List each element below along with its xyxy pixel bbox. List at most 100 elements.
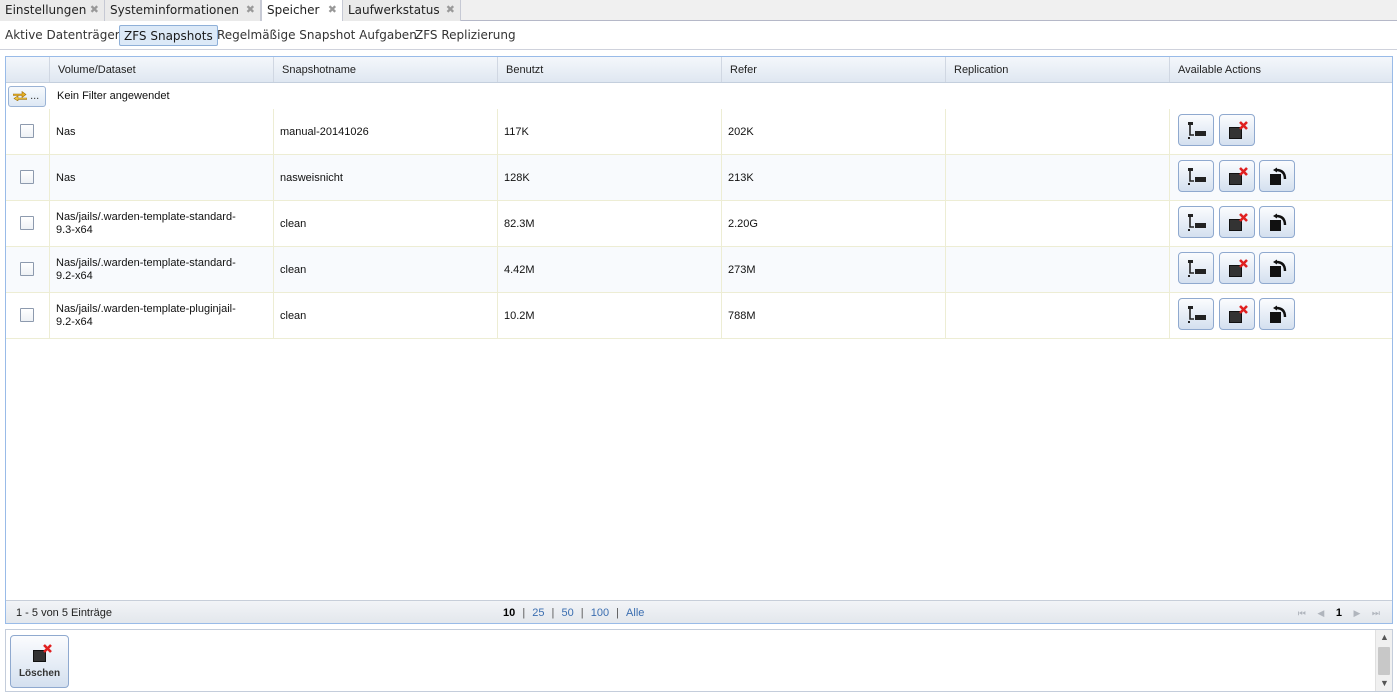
- page-navigation: ⏮ ◀ 1 ▶ ⏭: [1289, 607, 1380, 619]
- cell-actions: [1169, 109, 1392, 155]
- scrollbar-thumb[interactable]: [1378, 647, 1390, 675]
- cell-volume: Nas: [49, 109, 273, 155]
- cell-benutzt: 4.42M: [497, 247, 721, 293]
- subtab-zfs-replizierung[interactable]: ZFS Replizierung: [411, 25, 520, 46]
- destroy-snapshot-button[interactable]: [1219, 298, 1255, 330]
- last-page-icon[interactable]: ⏭: [1372, 608, 1380, 618]
- next-page-icon[interactable]: ▶: [1353, 608, 1360, 618]
- grid-header: Volume/Dataset Snapshotname Benutzt Refe…: [6, 57, 1392, 83]
- cell-refer: 2.20G: [721, 201, 945, 247]
- delete-button-label: Löschen: [18, 668, 61, 679]
- clone-icon: [1188, 306, 1206, 323]
- table-row[interactable]: Nas/jails/.warden-template-standard-9.2-…: [6, 247, 1392, 293]
- snapshots-grid: Volume/Dataset Snapshotname Benutzt Refe…: [5, 56, 1393, 624]
- cell-actions: [1169, 155, 1392, 201]
- tab-speicher[interactable]: Speicher ✖: [261, 0, 343, 22]
- vertical-scrollbar[interactable]: ▲ ▼: [1375, 630, 1392, 691]
- separator: |: [522, 607, 526, 619]
- cell-volume: Nas: [49, 155, 273, 201]
- close-icon[interactable]: ✖: [246, 0, 255, 20]
- row-checkbox[interactable]: [20, 262, 34, 276]
- separator: |: [580, 607, 584, 619]
- subtab-regelmaessige-snapshot-aufgaben[interactable]: Regelmäßige Snapshot Aufgaben: [213, 25, 421, 46]
- clone-snapshot-button[interactable]: [1178, 114, 1214, 146]
- header-benutzt[interactable]: Benutzt: [497, 57, 721, 82]
- page-size-10[interactable]: 10: [503, 607, 515, 619]
- scroll-down-icon[interactable]: ▼: [1380, 678, 1389, 688]
- tab-einstellungen[interactable]: Einstellungen ✖: [0, 0, 105, 21]
- table-row[interactable]: Nas/jails/.warden-template-pluginjail-9.…: [6, 293, 1392, 339]
- close-icon[interactable]: ✖: [328, 0, 337, 20]
- page-size-50[interactable]: 50: [561, 607, 573, 619]
- header-available-actions[interactable]: Available Actions: [1169, 57, 1392, 82]
- cell-refer: 788M: [721, 293, 945, 339]
- clone-snapshot-button[interactable]: [1178, 252, 1214, 284]
- cell-replication: [945, 155, 1169, 201]
- cell-replication: [945, 201, 1169, 247]
- destroy-snapshot-button[interactable]: [1219, 206, 1255, 238]
- clone-icon: [1188, 122, 1206, 139]
- clone-icon: [1188, 260, 1206, 277]
- delete-selected-button[interactable]: Löschen: [10, 635, 69, 688]
- cell-actions: [1169, 293, 1392, 339]
- tab-label: Laufwerkstatus: [348, 3, 440, 17]
- current-page: 1: [1335, 607, 1342, 619]
- paging-toolbar: 1 - 5 von 5 Einträge 10 | 25 | 50 | 100 …: [6, 600, 1392, 623]
- clone-icon: [1188, 214, 1206, 231]
- subtab-zfs-snapshots[interactable]: ZFS Snapshots: [119, 25, 218, 46]
- clone-icon: [1188, 168, 1206, 185]
- clone-snapshot-button[interactable]: [1178, 206, 1214, 238]
- rollback-snapshot-button[interactable]: [1259, 206, 1295, 238]
- rollback-snapshot-button[interactable]: [1259, 298, 1295, 330]
- page-size-25[interactable]: 25: [532, 607, 544, 619]
- filter-row: ... Kein Filter angewendet: [6, 83, 1392, 109]
- header-checkbox-column: [6, 57, 49, 82]
- scroll-up-icon[interactable]: ▲: [1380, 632, 1389, 642]
- page-size-selector: 10 | 25 | 50 | 100 | Alle: [501, 607, 646, 619]
- delete-icon: [1229, 121, 1248, 139]
- header-snapshotname[interactable]: Snapshotname: [273, 57, 497, 82]
- tab-systeminformationen[interactable]: Systeminformationen ✖: [105, 0, 261, 21]
- row-checkbox[interactable]: [20, 216, 34, 230]
- rollback-icon: [1270, 167, 1287, 185]
- destroy-snapshot-button[interactable]: [1219, 114, 1255, 146]
- cell-snapshotname: clean: [273, 247, 497, 293]
- rollback-snapshot-button[interactable]: [1259, 160, 1295, 192]
- cell-benutzt: 10.2M: [497, 293, 721, 339]
- close-icon[interactable]: ✖: [446, 0, 455, 20]
- tab-label: Einstellungen: [5, 3, 87, 17]
- cell-snapshotname: clean: [273, 201, 497, 247]
- row-checkbox[interactable]: [20, 308, 34, 322]
- table-row[interactable]: Nas nasweisnicht 128K 213K: [6, 155, 1392, 201]
- close-icon[interactable]: ✖: [90, 0, 99, 20]
- cell-snapshotname: nasweisnicht: [273, 155, 497, 201]
- cell-replication: [945, 293, 1169, 339]
- destroy-snapshot-button[interactable]: [1219, 160, 1255, 192]
- header-refer[interactable]: Refer: [721, 57, 945, 82]
- separator: |: [551, 607, 555, 619]
- clone-snapshot-button[interactable]: [1178, 298, 1214, 330]
- paging-info: 1 - 5 von 5 Einträge: [16, 607, 113, 619]
- page-size-all[interactable]: Alle: [626, 607, 644, 619]
- cell-benutzt: 117K: [497, 109, 721, 155]
- row-checkbox[interactable]: [20, 170, 34, 184]
- header-replication[interactable]: Replication: [945, 57, 1169, 82]
- row-checkbox[interactable]: [20, 124, 34, 138]
- cell-actions: [1169, 201, 1392, 247]
- cell-volume: Nas/jails/.warden-template-pluginjail-9.…: [49, 293, 273, 339]
- header-volume-dataset[interactable]: Volume/Dataset: [49, 57, 273, 82]
- clone-snapshot-button[interactable]: [1178, 160, 1214, 192]
- filter-button[interactable]: ...: [8, 86, 46, 107]
- table-row[interactable]: Nas manual-20141026 117K 202K: [6, 109, 1392, 155]
- separator: |: [616, 607, 619, 619]
- page-size-100[interactable]: 100: [591, 607, 609, 619]
- cell-replication: [945, 247, 1169, 293]
- tab-laufwerkstatus[interactable]: Laufwerkstatus ✖: [343, 0, 461, 21]
- subtab-aktive-datentraeger[interactable]: Aktive Datenträger: [1, 25, 124, 46]
- first-page-icon[interactable]: ⏮: [1298, 608, 1306, 618]
- rollback-snapshot-button[interactable]: [1259, 252, 1295, 284]
- prev-page-icon[interactable]: ◀: [1317, 608, 1324, 618]
- delete-icon: [33, 644, 52, 662]
- table-row[interactable]: Nas/jails/.warden-template-standard-9.3-…: [6, 201, 1392, 247]
- destroy-snapshot-button[interactable]: [1219, 252, 1255, 284]
